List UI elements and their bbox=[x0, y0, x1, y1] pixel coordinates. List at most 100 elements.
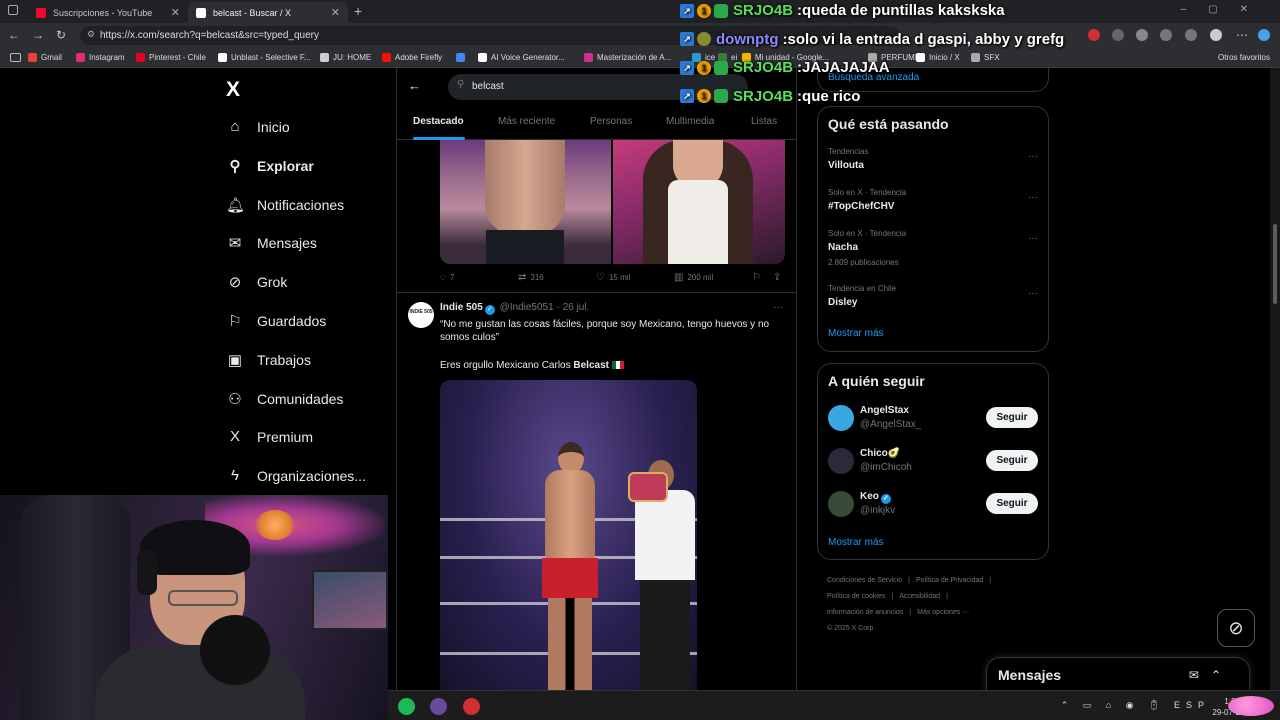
tab-listas[interactable]: Listas bbox=[751, 116, 777, 127]
sidebar-item-notificaciones[interactable]: 🔔︎ Notificaciones bbox=[226, 196, 344, 214]
more-options-icon[interactable]: ··· bbox=[1028, 233, 1038, 244]
bookmark-favicon-icon bbox=[456, 53, 465, 62]
site-info-icon[interactable]: ⚙ bbox=[87, 29, 95, 40]
footer-link[interactable]: Política de Privacidad bbox=[916, 577, 983, 584]
follow-button[interactable]: Seguir bbox=[986, 493, 1038, 514]
verified-badge-icon: ✓ bbox=[484, 305, 495, 315]
reload-icon[interactable]: ↻ bbox=[56, 28, 66, 42]
follow-name[interactable]: Chico🥑 bbox=[860, 448, 900, 459]
sidebar-item-organizaciones[interactable]: ϟ Organizaciones... bbox=[226, 467, 366, 484]
author-name[interactable]: Indie 505 bbox=[440, 302, 483, 313]
bookmark-label: JU: HOME bbox=[333, 53, 372, 62]
more-options-icon[interactable]: ··· bbox=[1028, 288, 1038, 299]
grok-button[interactable]: ⊘ bbox=[1217, 609, 1255, 647]
post-image-boxing-ring[interactable] bbox=[440, 380, 697, 690]
sidebar-item-comunidades[interactable]: ⚇ Comunidades bbox=[226, 390, 343, 408]
trends-show-more-link[interactable]: Mostrar más bbox=[828, 328, 884, 339]
follow-handle[interactable]: @inkjkv bbox=[860, 505, 895, 516]
close-tab-icon[interactable]: ✕ bbox=[331, 6, 340, 19]
back-arrow-icon[interactable]: ← bbox=[408, 78, 421, 93]
tab-youtube[interactable]: Suscripciones - YouTube ✕ bbox=[28, 2, 188, 23]
follow-name[interactable]: AngelStax bbox=[860, 405, 909, 416]
footer-link[interactable]: Política de cookies bbox=[827, 593, 885, 600]
post-date[interactable]: 26 jul. bbox=[563, 302, 590, 313]
close-tab-icon[interactable]: ✕ bbox=[171, 6, 180, 19]
new-tab-button[interactable]: + bbox=[354, 3, 362, 19]
repost-button[interactable]: ⇄ 316 bbox=[518, 272, 544, 283]
bookmark-item[interactable]: Unblast - Selective F... bbox=[218, 53, 311, 62]
expand-icon[interactable]: ⌃ bbox=[1211, 668, 1233, 682]
follow-suggestion[interactable]: Chico🥑 @imChicoh Seguir bbox=[818, 447, 1048, 477]
tab-personas[interactable]: Personas bbox=[590, 116, 632, 127]
tab-actions-icon[interactable] bbox=[8, 5, 18, 15]
avatar[interactable] bbox=[828, 491, 854, 517]
follow-show-more-link[interactable]: Mostrar más bbox=[828, 537, 884, 548]
follow-button[interactable]: Seguir bbox=[986, 450, 1038, 471]
messages-drawer[interactable]: Mensajes ✉⌃ bbox=[986, 657, 1250, 690]
more-options-icon[interactable]: ··· bbox=[1028, 192, 1038, 203]
forward-icon[interactable]: → bbox=[32, 28, 44, 42]
sidebar-item-grok[interactable]: ⊘ Grok bbox=[226, 273, 288, 291]
reply-button[interactable]: ◌ 7 bbox=[440, 272, 454, 283]
tab-multimedia[interactable]: Multimedia bbox=[666, 116, 714, 127]
post-image-left[interactable] bbox=[440, 140, 611, 264]
bookmark-favicon-icon bbox=[28, 53, 37, 62]
follow-handle[interactable]: @AngelStax_ bbox=[860, 419, 921, 430]
footer-link[interactable]: Accesibilidad bbox=[899, 593, 940, 600]
bookmark-item[interactable]: Masterización de A... bbox=[584, 53, 671, 62]
bookmark-item[interactable] bbox=[456, 53, 469, 62]
author-handle[interactable]: @Indie5051 bbox=[500, 302, 554, 313]
follow-suggestion[interactable]: Keo ✓ @inkjkv Seguir bbox=[818, 490, 1048, 520]
sidebar-item-trabajos[interactable]: ▣ Trabajos bbox=[226, 351, 311, 369]
footer-link[interactable]: Más opciones ··· bbox=[917, 609, 969, 616]
sidebar-item-explorar[interactable]: ⚲ Explorar bbox=[226, 157, 314, 175]
bookmark-item[interactable]: AI Voice Generator... bbox=[478, 53, 565, 62]
sidebar-item-inicio[interactable]: ⌂ Inicio bbox=[226, 118, 289, 135]
trend-item[interactable]: Tendencias Villouta ··· bbox=[818, 147, 1048, 187]
trend-item[interactable]: Tendencia en Chile Disley ··· bbox=[818, 284, 1048, 324]
sidebar-item-guardados[interactable]: ⚐ Guardados bbox=[226, 312, 326, 330]
tab-msreciente[interactable]: Más reciente bbox=[498, 116, 555, 127]
app-icon[interactable] bbox=[463, 698, 480, 715]
bookmark-item[interactable]: Gmail bbox=[28, 53, 62, 62]
avatar[interactable] bbox=[828, 405, 854, 431]
scrollbar-thumb[interactable] bbox=[1273, 224, 1277, 304]
obs-icon[interactable] bbox=[430, 698, 447, 715]
spotify-icon[interactable] bbox=[398, 698, 415, 715]
bookmark-manage-icon[interactable] bbox=[10, 53, 21, 62]
bookmark-item[interactable]: Pinterest - Chile bbox=[136, 53, 206, 62]
sidebar-item-mensajes[interactable]: ✉ Mensajes bbox=[226, 234, 317, 252]
trend-item[interactable]: Solo en X · Tendencia Nacha ··· 2.809 publi… bbox=[818, 229, 1048, 269]
avatar[interactable] bbox=[828, 448, 854, 474]
follow-button[interactable]: Seguir bbox=[986, 407, 1038, 428]
back-icon[interactable]: ← bbox=[8, 28, 20, 42]
bookmark-button[interactable]: ⚐ bbox=[752, 272, 765, 283]
more-options-icon[interactable]: ··· bbox=[773, 302, 783, 313]
avatar[interactable]: INDIE 505 bbox=[408, 302, 434, 328]
sidebar-item-premium[interactable]: X Premium bbox=[226, 428, 313, 445]
bookmark-item[interactable]: Instagram bbox=[76, 53, 125, 62]
follow-suggestion[interactable]: AngelStax @AngelStax_ Seguir bbox=[818, 404, 1048, 434]
share-button[interactable]: ⇪ bbox=[773, 272, 785, 283]
tab-destacado[interactable]: Destacado bbox=[413, 116, 464, 127]
tab-title: belcast - Buscar / X bbox=[213, 7, 292, 18]
trend-item[interactable]: Solo en X · Tendencia #TopChefCHV ··· bbox=[818, 188, 1048, 228]
page-scrollbar[interactable] bbox=[1270, 68, 1280, 690]
bookmark-item[interactable]: JU: HOME bbox=[320, 53, 371, 62]
follow-handle[interactable]: @imChicoh bbox=[860, 462, 912, 473]
x-logo-icon[interactable]: X bbox=[226, 78, 240, 102]
system-tray[interactable]: ⌃ ▭ ⌂ ◉ 🔋︎ ESP bbox=[1061, 700, 1210, 711]
footer-link[interactable]: Condiciones de Servicio bbox=[827, 577, 902, 584]
new-message-icon[interactable]: ✉ bbox=[1189, 668, 1211, 682]
post-image-right[interactable] bbox=[613, 140, 785, 264]
footer-link[interactable]: Información de anuncios bbox=[827, 609, 903, 616]
language-indicator[interactable]: ESP bbox=[1174, 700, 1210, 710]
like-button[interactable]: ♡ 15 mil bbox=[596, 272, 630, 283]
tab-x-search[interactable]: belcast - Buscar / X ✕ bbox=[188, 2, 348, 23]
bookmark-item[interactable]: Adobe Firefly bbox=[382, 53, 442, 62]
footer-link[interactable]: © 2025 X Corp. bbox=[827, 625, 875, 632]
sidebar-item-label: Notificaciones bbox=[257, 196, 345, 213]
follow-name[interactable]: Keo ✓ bbox=[860, 491, 893, 504]
views-button[interactable]: ▥ 200 mil bbox=[674, 272, 713, 283]
more-options-icon[interactable]: ··· bbox=[1028, 151, 1038, 162]
